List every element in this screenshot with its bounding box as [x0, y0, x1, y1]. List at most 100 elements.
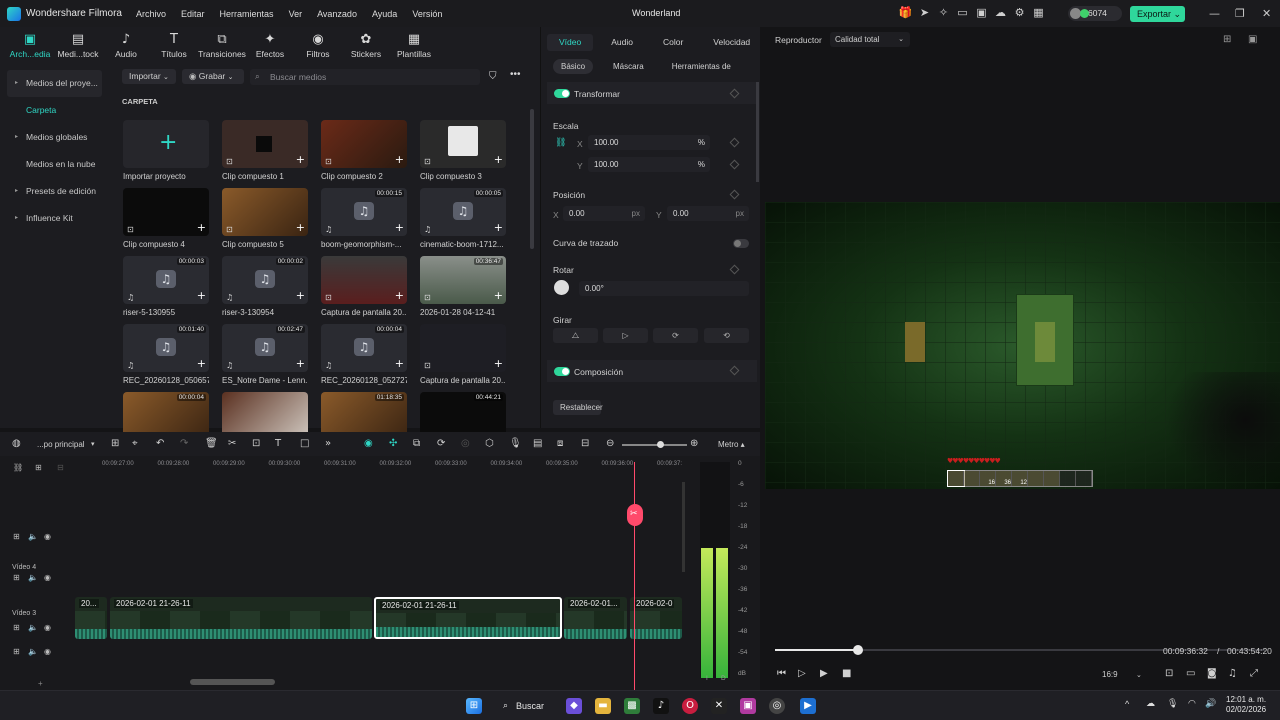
- transform-toggle[interactable]: [554, 89, 570, 98]
- path-curve-toggle[interactable]: [733, 239, 749, 248]
- chevron-down-icon[interactable]: ▾: [91, 440, 95, 448]
- sidebar-item[interactable]: Medios en la nube: [7, 151, 102, 178]
- media-thumbnail[interactable]: 00:36:47 + ⊡: [420, 256, 506, 304]
- zoom-slider[interactable]: [622, 441, 687, 448]
- tab-3[interactable]: T Títulos: [150, 31, 198, 59]
- add-to-timeline-icon[interactable]: +: [395, 153, 404, 166]
- add-to-timeline-icon[interactable]: +: [494, 289, 503, 302]
- sidebar-item[interactable]: ▸ Influence Kit: [7, 205, 102, 232]
- marker-icon[interactable]: ⬡: [485, 438, 494, 449]
- link-icon[interactable]: ⛓: [555, 137, 566, 148]
- pip-icon[interactable]: ⧈: [557, 438, 563, 449]
- tab-3[interactable]: Velocidad: [701, 34, 762, 51]
- video-clip[interactable]: 2026-02-01 21-26-11: [110, 597, 372, 639]
- sidebar-item[interactable]: ▸ Presets de edición: [7, 178, 102, 205]
- redo-icon[interactable]: ↷: [180, 438, 188, 449]
- add-to-timeline-icon[interactable]: +: [197, 357, 206, 370]
- close-icon[interactable]: ✕: [1262, 7, 1271, 20]
- sync-icon[interactable]: ⟳: [437, 438, 445, 449]
- add-to-timeline-icon[interactable]: +: [197, 289, 206, 302]
- eye-icon[interactable]: ◉: [44, 623, 51, 632]
- volume-icon[interactable]: ♫: [1228, 668, 1237, 679]
- timeline-scrollbar[interactable]: [190, 679, 275, 685]
- add-track-icon[interactable]: ⊞: [13, 623, 20, 632]
- send-icon[interactable]: ➤: [917, 6, 932, 20]
- media-thumbnail[interactable]: + ⊡: [420, 324, 506, 372]
- media-thumbnail[interactable]: ♫ 00:01:40 + ♫: [123, 324, 209, 372]
- meter-button[interactable]: Metro ▴: [718, 440, 745, 449]
- zoom-in-icon[interactable]: ⊕: [690, 438, 698, 449]
- import-button[interactable]: Importar ⌄: [122, 69, 176, 84]
- mark-in-icon[interactable]: ⊡: [1165, 668, 1173, 679]
- tab-6[interactable]: ◉ Filtros: [294, 31, 342, 59]
- media-item[interactable]: 00:36:47 + ⊡ 2026-01-28 04-12-41: [420, 256, 506, 317]
- menu-item[interactable]: Archivo: [136, 9, 166, 19]
- search-input[interactable]: ⌕ Buscar medios: [250, 69, 480, 85]
- add-track-icon[interactable]: ⊞: [35, 463, 42, 472]
- play-icon[interactable]: ▶: [820, 668, 828, 679]
- sidebar-item[interactable]: ▸ Medios globales: [7, 124, 102, 151]
- filmora-taskbar-icon[interactable]: ▶: [800, 698, 816, 714]
- media-thumbnail[interactable]: ♫ 00:02:47 + ♫: [222, 324, 308, 372]
- tab-1[interactable]: Audio: [599, 34, 645, 51]
- menu-item[interactable]: Versión: [412, 9, 442, 19]
- video-clip[interactable]: 2026-02-01...: [564, 597, 627, 639]
- cloud-icon[interactable]: ☁: [993, 6, 1008, 20]
- eye-icon[interactable]: ◉: [44, 573, 51, 582]
- media-item[interactable]: ♫ 00:02:47 + ♫ ES_Notre Dame - Lenn...: [222, 324, 308, 385]
- add-track-icon[interactable]: ⊞: [13, 573, 20, 582]
- flip-horizontal-icon[interactable]: ⧍: [553, 328, 598, 343]
- media-thumbnail[interactable]: + ⊡: [123, 188, 209, 236]
- playhead[interactable]: [634, 462, 635, 690]
- mute-icon[interactable]: 🔈: [28, 573, 38, 582]
- media-item[interactable]: ♫ 00:00:05 + ♫ cinematic-boom-1712...: [420, 188, 506, 249]
- add-to-timeline-icon[interactable]: +: [395, 289, 404, 302]
- snapshot-icon[interactable]: ▣: [1248, 34, 1257, 45]
- cloud-tray-icon[interactable]: ☁: [1146, 699, 1155, 709]
- link-icon[interactable]: ⛓: [13, 463, 23, 472]
- menu-item[interactable]: Ver: [289, 9, 303, 19]
- video-clip[interactable]: 2026-02-01 21-26-11: [374, 597, 562, 639]
- media-item[interactable]: + ⊡ Captura de pantalla 20...: [321, 256, 407, 317]
- composition-toggle[interactable]: [554, 367, 570, 376]
- media-item[interactable]: + ⊡ Clip compuesto 5: [222, 188, 308, 249]
- menu-item[interactable]: Herramientas: [220, 9, 274, 19]
- media-item[interactable]: + ⊡ Clip compuesto 1: [222, 120, 308, 181]
- add-to-timeline-icon[interactable]: +: [197, 221, 206, 234]
- mute-icon[interactable]: 🔈: [28, 623, 38, 632]
- video-clip[interactable]: 20...: [75, 597, 107, 639]
- caption-icon[interactable]: ⊟: [581, 438, 589, 449]
- copilot-icon[interactable]: ◆: [566, 698, 582, 714]
- add-to-timeline-icon[interactable]: +: [494, 153, 503, 166]
- opera-icon[interactable]: O: [682, 698, 698, 714]
- progress-knob[interactable]: [853, 645, 864, 655]
- capcut-icon[interactable]: ✕: [711, 698, 727, 714]
- lightbulb-icon[interactable]: ✧: [936, 6, 951, 20]
- tab-0[interactable]: ▣ Arch...edia: [6, 31, 54, 59]
- keyframe-icon[interactable]: [729, 137, 740, 148]
- speaker-icon[interactable]: 🔊: [1205, 699, 1216, 709]
- keyframe-icon[interactable]: [729, 264, 740, 275]
- media-item[interactable]: + ⊡ Clip compuesto 2: [321, 120, 407, 181]
- media-thumbnail[interactable]: ♫ 00:00:02 + ♫: [222, 256, 308, 304]
- media-thumbnail[interactable]: ♫ 00:00:05 + ♫: [420, 188, 506, 236]
- tray-chevron-icon[interactable]: ^: [1125, 699, 1129, 709]
- render-icon[interactable]: ⧉: [413, 438, 420, 449]
- media-thumbnail[interactable]: +: [123, 120, 209, 168]
- add-to-timeline-icon[interactable]: +: [296, 357, 305, 370]
- more-icon[interactable]: •••: [510, 69, 521, 80]
- timeline-vscrollbar[interactable]: [682, 482, 685, 572]
- mic-tray-icon[interactable]: 🎙: [1167, 699, 1178, 709]
- prev-frame-icon[interactable]: ⏮: [777, 668, 786, 679]
- zoom-knob[interactable]: [657, 441, 664, 448]
- grid-view-icon[interactable]: ⊞: [1223, 34, 1231, 45]
- track-selector[interactable]: ...po principal: [37, 440, 85, 449]
- layout-icon[interactable]: ◍: [12, 438, 21, 449]
- select-icon[interactable]: ⌖: [132, 438, 138, 449]
- minimize-icon[interactable]: —: [1209, 7, 1220, 20]
- tab-5[interactable]: ✦ Efectos: [246, 31, 294, 59]
- video-clip[interactable]: 2026-02-0: [630, 597, 682, 639]
- stop-icon[interactable]: ■: [842, 668, 851, 679]
- restore-icon[interactable]: ❐: [1235, 7, 1245, 20]
- media-item[interactable]: ♫ 00:01:40 + ♫ REC_20260128_050657: [123, 324, 209, 385]
